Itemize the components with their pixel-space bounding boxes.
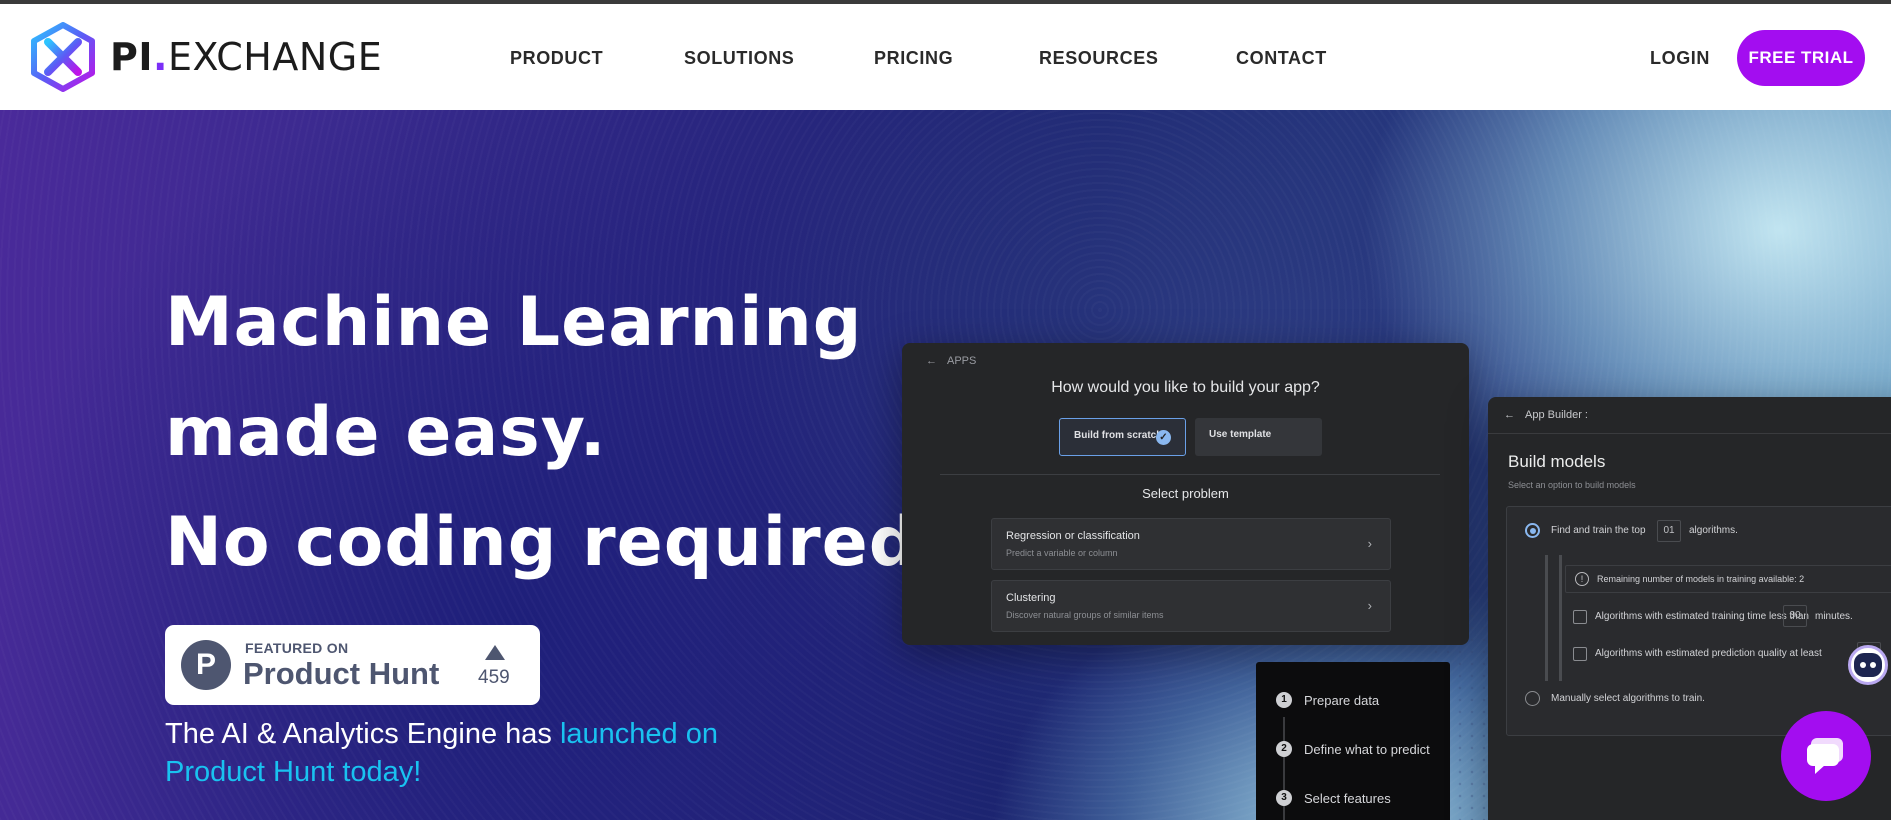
build-options-box: Find and train the top 01 algorithms. ! … [1506, 506, 1891, 736]
apps-back-label: APPS [947, 355, 977, 367]
upvote-triangle-icon [485, 645, 505, 660]
step-number: 1 [1276, 692, 1292, 708]
step-item[interactable]: 2 Define what to predict [1276, 741, 1430, 757]
ph-name: Product Hunt [243, 656, 440, 691]
option-top-prefix: Find and train the top [1551, 525, 1646, 536]
top-count-input[interactable]: 01 [1657, 520, 1681, 542]
info-icon: ! [1575, 572, 1589, 586]
step-label: Prepare data [1304, 692, 1380, 708]
radio-top-algorithms[interactable] [1525, 523, 1540, 538]
step-item[interactable]: 3 Select features [1276, 790, 1391, 806]
manual-select-text: Manually select algorithms to train. [1551, 693, 1705, 704]
training-time-suffix: minutes. [1815, 611, 1853, 622]
hero-headline: Machine Learning made easy. No coding re… [165, 268, 945, 598]
chat-bubble-icon [1807, 738, 1843, 774]
template-label: Use template [1209, 429, 1272, 440]
build-models-subtitle: Select an option to build models [1508, 480, 1636, 490]
headline-line-3: No coding required. [165, 503, 946, 582]
assistant-bot-icon[interactable] [1848, 645, 1888, 685]
ph-upvote-count: 459 [478, 667, 510, 688]
chevron-right-icon: › [1367, 598, 1372, 613]
product-hunt-badge[interactable]: P FEATURED ON Product Hunt 459 [165, 625, 540, 705]
tagline-text: The AI & Analytics Engine has [165, 718, 560, 750]
nav-pricing[interactable]: PRICING [874, 48, 953, 69]
indent-bar [1545, 555, 1548, 681]
free-trial-button[interactable]: FREE TRIAL [1737, 30, 1865, 86]
problem-regression[interactable]: Regression or classification Predict a v… [991, 518, 1391, 570]
problem-subtitle: Predict a variable or column [1006, 548, 1118, 558]
use-template-option[interactable]: Use template [1195, 418, 1322, 456]
product-hunt-icon: P [181, 640, 231, 690]
bot-face [1854, 653, 1882, 677]
problem-title: Clustering [1006, 592, 1056, 604]
problem-clustering[interactable]: Clustering Discover natural groups of si… [991, 580, 1391, 632]
nav-resources[interactable]: RESOURCES [1039, 48, 1158, 69]
step-label: Define what to predict [1304, 741, 1430, 757]
problem-title: Regression or classification [1006, 530, 1140, 542]
builder-back-link[interactable]: ← App Builder : [1504, 409, 1588, 421]
scratch-label: Build from scratch [1074, 430, 1163, 441]
site-header: PI.EXCHANGE PRODUCT SOLUTIONS PRICING RE… [0, 4, 1891, 110]
step-label: Select features [1304, 790, 1391, 806]
problem-subtitle: Discover natural groups of similar items [1006, 610, 1164, 620]
radio-manual-select[interactable] [1525, 691, 1540, 706]
step-number: 2 [1276, 741, 1292, 757]
app-build-window: ← APPS How would you like to build your a… [902, 343, 1469, 645]
headline-line-1: Machine Learning [165, 283, 863, 362]
divider [940, 474, 1440, 475]
quality-prefix: Algorithms with estimated prediction qua… [1595, 648, 1822, 659]
brand-name: PI.EXCHANGE [110, 35, 383, 79]
divider [1488, 433, 1891, 434]
chat-button[interactable] [1781, 711, 1871, 801]
apps-back-link[interactable]: ← APPS [926, 355, 976, 367]
build-question: How would you like to build your app? [1051, 379, 1320, 396]
back-arrow-icon: ← [1504, 409, 1515, 421]
check-icon: ✓ [1156, 430, 1171, 445]
remaining-models-text: Remaining number of models in training a… [1597, 574, 1805, 584]
build-models-title: Build models [1508, 452, 1606, 471]
ph-featured-label: FEATURED ON [245, 640, 349, 656]
headline-line-2: made easy. [165, 393, 607, 472]
step-item[interactable]: 1 Prepare data [1276, 692, 1379, 708]
back-arrow-icon: ← [926, 355, 937, 367]
pi-exchange-logo-icon [31, 22, 95, 92]
nav-contact[interactable]: CONTACT [1236, 48, 1327, 69]
training-time-prefix: Algorithms with estimated training time … [1595, 611, 1809, 622]
training-time-input[interactable]: 30 [1783, 605, 1807, 627]
checkbox-prediction-quality[interactable] [1573, 647, 1587, 661]
nav-solutions[interactable]: SOLUTIONS [684, 48, 794, 69]
chevron-right-icon: › [1367, 536, 1372, 551]
nav-product[interactable]: PRODUCT [510, 48, 603, 69]
steps-panel: 1 Prepare data 2 Define what to predict 3S… [1256, 662, 1450, 820]
select-problem-heading: Select problem [1142, 486, 1229, 501]
checkbox-training-time[interactable] [1573, 610, 1587, 624]
indent-bar [1559, 555, 1562, 681]
builder-back-label: App Builder : [1525, 409, 1588, 421]
hero-section: Machine Learning made easy. No coding re… [0, 110, 1891, 820]
login-link[interactable]: LOGIN [1650, 48, 1710, 69]
hero-tagline: The AI & Analytics Engine has launched o… [165, 715, 805, 791]
brand-logo[interactable]: PI.EXCHANGE [30, 22, 382, 92]
option-top-suffix: algorithms. [1689, 525, 1738, 536]
step-number: 3 [1276, 790, 1292, 806]
build-from-scratch-option[interactable]: Build from scratch ✓ [1059, 418, 1186, 456]
